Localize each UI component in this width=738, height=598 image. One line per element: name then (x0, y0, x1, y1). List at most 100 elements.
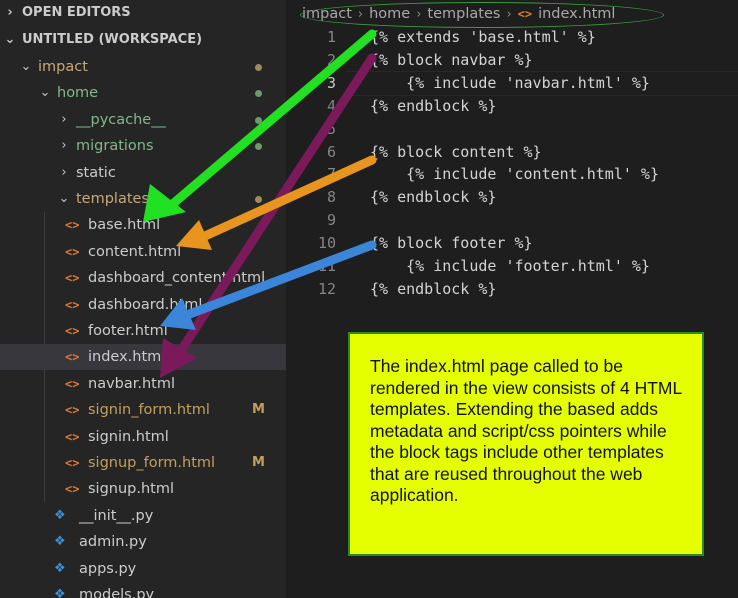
tree-item-label: index.html (88, 349, 166, 366)
line-number: 12 (317, 279, 336, 298)
code-line[interactable]: 6 {% block content %} (286, 141, 738, 164)
code-line[interactable]: 8 {% endblock %} (286, 186, 738, 209)
breadcrumb-highlight-oval (300, 2, 664, 28)
annotation-text: The index.html page called to be rendere… (370, 356, 682, 505)
line-number: 4 (326, 96, 336, 115)
code-text: {% block content %} (370, 142, 542, 161)
line-number: 3 (326, 73, 336, 92)
code-text: {% include 'footer.html' %} (370, 257, 650, 275)
file-signin-form-html[interactable]: <> signin_form.html M (0, 397, 286, 423)
tree-item-label: static (76, 164, 116, 181)
git-status-dot (255, 143, 262, 151)
html-brackets-icon: <> (65, 429, 80, 444)
code-line[interactable]: 1 {% extends 'base.html' %} (286, 26, 738, 49)
file-apps-py[interactable]: ❖ apps.py (0, 556, 286, 582)
chevron-down-icon: ⌄ (20, 59, 32, 74)
file-admin-py[interactable]: ❖ admin.py (0, 529, 286, 555)
folder-pycache[interactable]: › __pycache__ (0, 107, 286, 133)
code-text: {% block navbar %} (370, 50, 533, 69)
code-line[interactable]: 2 {% block navbar %} (286, 49, 738, 72)
chevron-down-icon: ⌄ (58, 191, 70, 206)
tree-item-label: signin_form.html (88, 402, 210, 419)
code-line[interactable]: 3 {% include 'navbar.html' %} (286, 72, 738, 95)
workspace-label: UNTITLED (WORKSPACE) (22, 32, 203, 47)
folder-impact[interactable]: ⌄ impact (0, 54, 286, 80)
folder-templates[interactable]: ⌄ templates (0, 186, 286, 212)
tree-item-label: impact (38, 59, 88, 75)
git-modified-badge: M (252, 402, 265, 418)
tree-item-label: templates (76, 191, 150, 207)
line-number: 7 (326, 165, 336, 184)
git-status-dot (255, 90, 262, 98)
html-brackets-icon: <> (65, 376, 80, 391)
file-index-html[interactable]: <> index.html (0, 344, 286, 371)
git-modified-badge: M (252, 455, 265, 470)
file-models-py[interactable]: ❖ models.py (0, 582, 286, 598)
open-editors-header[interactable]: › OPEN EDITORS (0, 0, 286, 26)
line-number: 11 (317, 257, 336, 275)
tree-item-label: signin.html (88, 428, 169, 445)
html-brackets-icon: <> (65, 218, 80, 233)
file-base-html[interactable]: <> base.html (0, 212, 286, 238)
code-text: {% block footer %} (370, 234, 533, 253)
html-brackets-icon: <> (65, 324, 80, 338)
html-brackets-icon: <> (65, 350, 80, 365)
tree-item-label: signup.html (88, 481, 175, 498)
chevron-right-icon: › (7, 5, 13, 20)
code-line[interactable]: 4 {% endblock %} (286, 95, 738, 118)
file-footer-html[interactable]: <> footer.html (0, 318, 286, 344)
tree-item-label: apps.py (79, 560, 137, 577)
tree-item-label: __pycache__ (76, 111, 166, 128)
code-line[interactable]: 10 {% block footer %} (286, 232, 738, 255)
html-brackets-icon: <> (65, 271, 80, 286)
chevron-down-icon: ⌄ (39, 85, 51, 101)
line-number: 1 (326, 28, 336, 46)
file-signup-form-html[interactable]: <> signup_form.html M (0, 450, 286, 476)
file-signin-html[interactable]: <> signin.html (0, 424, 286, 450)
folder-migrations[interactable]: › migrations (0, 133, 286, 159)
tree-item-label: dashboard.html (88, 296, 203, 313)
git-status-dot (255, 116, 262, 124)
code-text: {% endblock %} (370, 96, 497, 115)
chevron-right-icon: › (61, 138, 67, 154)
code-line[interactable]: 11 {% include 'footer.html' %} (286, 255, 738, 278)
code-line[interactable]: 9 (286, 209, 738, 232)
line-number: 8 (326, 188, 336, 207)
chevron-right-icon: › (61, 111, 67, 127)
code-line[interactable]: 12 {% endblock %} (286, 278, 738, 301)
git-status-dot (255, 196, 262, 203)
tree-item-label: home (57, 85, 99, 102)
html-brackets-icon: <> (65, 482, 80, 497)
line-number: 6 (326, 142, 336, 161)
workspace-header[interactable]: ⌄ UNTITLED (WORKSPACE) (0, 27, 286, 53)
folder-static[interactable]: › static (0, 160, 286, 186)
annotation-note: The index.html page called to be rendere… (348, 332, 704, 556)
tree-item-label: migrations (76, 138, 154, 155)
line-number: 10 (317, 234, 336, 253)
code-line[interactable]: 7 {% include 'content.html' %} (286, 163, 738, 186)
code-text: {% endblock %} (370, 188, 497, 207)
tree-item-label: models.py (79, 587, 155, 598)
file-signup-html[interactable]: <> signup.html (0, 476, 286, 502)
tree-item-label: navbar.html (88, 375, 176, 392)
tree-item-label: footer.html (88, 323, 168, 339)
tree-item-label: signup_form.html (88, 455, 216, 471)
python-icon: ❖ (54, 587, 66, 598)
file-content-html[interactable]: <> content.html (0, 239, 286, 265)
file-dashboard-html[interactable]: <> dashboard.html (0, 292, 286, 318)
line-number: 5 (326, 119, 336, 138)
file-navbar-html[interactable]: <> navbar.html (0, 371, 286, 397)
tree-item-label: dashboard_content.html (88, 270, 266, 287)
code-text: {% extends 'base.html' %} (370, 28, 596, 46)
code-line[interactable]: 5 (286, 118, 738, 141)
python-icon: ❖ (54, 534, 66, 550)
file-dashboard-content-html[interactable]: <> dashboard_content.html (0, 265, 286, 291)
folder-home[interactable]: ⌄ home (0, 80, 286, 106)
html-brackets-icon: <> (65, 297, 80, 312)
python-icon: ❖ (54, 560, 66, 576)
tree-item-label: content.html (88, 243, 182, 260)
line-number: 9 (326, 211, 336, 230)
file-init-py[interactable]: ❖ __init__.py (0, 503, 286, 529)
tree-item-label: admin.py (79, 534, 147, 551)
git-status-dot (255, 64, 262, 71)
